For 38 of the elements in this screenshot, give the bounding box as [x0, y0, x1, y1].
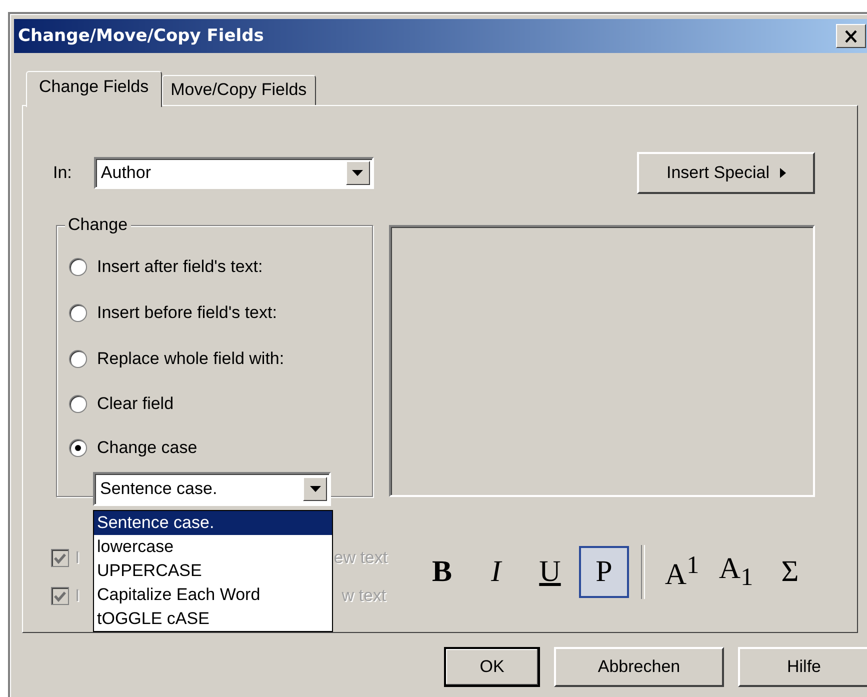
radio-button[interactable]: [69, 395, 87, 413]
radio-button[interactable]: [69, 439, 87, 457]
dropdown-item[interactable]: lowercase: [94, 535, 332, 559]
field-dropdown[interactable]: Author: [94, 157, 374, 189]
radio-option[interactable]: Insert after field's text:: [69, 244, 372, 290]
dropdown-item[interactable]: Sentence case.: [94, 511, 332, 535]
symbol-button[interactable]: Σ: [765, 546, 815, 598]
radio-button[interactable]: [69, 350, 87, 368]
dropdown-item[interactable]: Capitalize Each Word: [94, 583, 332, 607]
insert-special-button[interactable]: Insert Special: [637, 152, 815, 194]
bold-button[interactable]: B: [417, 546, 467, 598]
dialog-button[interactable]: Abbrechen: [554, 647, 724, 687]
dropdown-item[interactable]: UPPERCASE: [94, 559, 332, 583]
radio-option[interactable]: Clear field: [69, 382, 372, 426]
dialog-button[interactable]: Hilfe: [738, 647, 867, 687]
radio-button[interactable]: [69, 304, 87, 322]
superscript-button[interactable]: A$^{1}$: [657, 546, 707, 598]
window-title: Change/Move/Copy Fields: [18, 26, 264, 46]
radio-option[interactable]: Change case: [69, 426, 372, 470]
dropdown-arrow-icon: [352, 170, 364, 176]
submenu-arrow-icon: [780, 168, 786, 178]
in-label: In:: [53, 163, 72, 183]
radio-option[interactable]: Insert before field's text:: [69, 290, 372, 336]
dropdown-item[interactable]: tOGGLE cASE: [94, 607, 332, 631]
radio-option[interactable]: Replace whole field with:: [69, 336, 372, 382]
underline-button[interactable]: U: [525, 546, 575, 598]
case-dropdown[interactable]: Sentence case.: [93, 472, 331, 506]
tab[interactable]: Change Fields: [26, 71, 162, 107]
subscript-button[interactable]: A$_{1}$: [711, 546, 761, 598]
plain-button[interactable]: P: [579, 546, 629, 598]
italic-button[interactable]: I: [471, 546, 521, 598]
close-icon: [844, 30, 858, 42]
radio-button[interactable]: [69, 258, 87, 276]
dialog-button[interactable]: OK: [444, 647, 540, 687]
group-title: Change: [65, 215, 131, 235]
close-button[interactable]: [836, 24, 866, 48]
tab[interactable]: Move/Copy Fields: [162, 75, 316, 105]
dropdown-arrow-icon: [310, 486, 320, 492]
